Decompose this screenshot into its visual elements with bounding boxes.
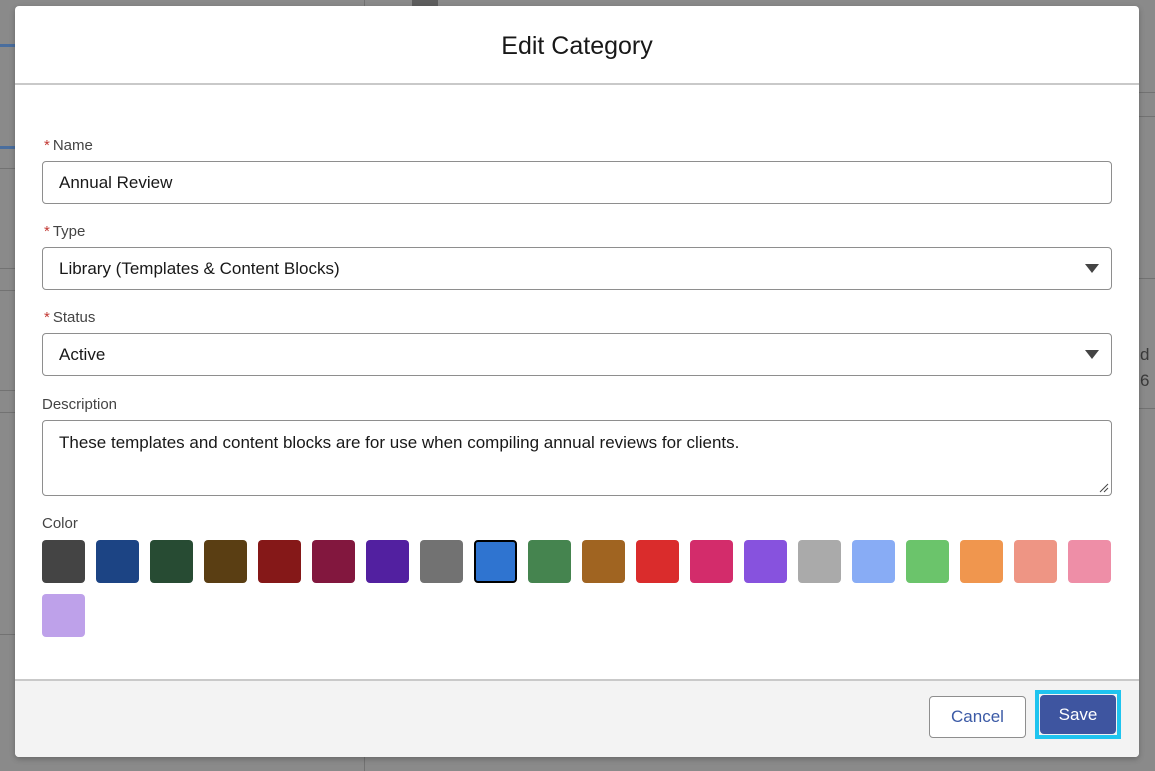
description-textarea-value: These templates and content blocks are f… <box>59 433 740 452</box>
color-swatch[interactable] <box>1068 540 1111 583</box>
modal-header: Edit Category <box>15 6 1139 85</box>
status-field-group: * Status Active <box>42 308 1112 376</box>
chevron-down-icon <box>1085 264 1099 273</box>
color-swatch-selected[interactable] <box>474 540 517 583</box>
type-field-group: * Type Library (Templates & Content Block… <box>42 222 1112 290</box>
type-label-text: Type <box>52 223 86 240</box>
color-swatch[interactable] <box>150 540 193 583</box>
required-marker: * <box>44 223 50 240</box>
cancel-button[interactable]: Cancel <box>929 696 1026 738</box>
background-divider <box>1139 92 1155 93</box>
color-swatch[interactable] <box>1014 540 1057 583</box>
color-swatch[interactable] <box>420 540 463 583</box>
type-select[interactable]: Library (Templates & Content Blocks) <box>42 247 1112 290</box>
status-select-value: Active <box>59 344 106 364</box>
resize-handle-icon[interactable] <box>1097 481 1109 493</box>
background-divider <box>0 412 15 413</box>
background-divider <box>0 268 15 269</box>
background-text: 6 <box>1140 371 1150 390</box>
description-textarea[interactable]: These templates and content blocks are f… <box>42 420 1112 496</box>
background-accent <box>0 146 15 149</box>
name-label: * Name <box>42 136 1112 156</box>
color-swatch[interactable] <box>690 540 733 583</box>
modal-footer: Cancel Save <box>15 679 1139 757</box>
background-text: d <box>1140 345 1150 364</box>
background-divider <box>0 390 15 391</box>
color-swatch[interactable] <box>636 540 679 583</box>
color-swatch[interactable] <box>798 540 841 583</box>
required-marker: * <box>44 309 50 326</box>
type-label: * Type <box>42 222 1112 242</box>
background-divider <box>1139 278 1155 279</box>
name-label-text: Name <box>52 137 93 154</box>
required-marker: * <box>44 137 50 154</box>
type-select-value: Library (Templates & Content Blocks) <box>59 258 340 278</box>
color-swatch[interactable] <box>366 540 409 583</box>
background-divider <box>0 168 15 169</box>
name-field-group: * Name Annual Review <box>42 136 1112 204</box>
background-accent <box>0 44 15 47</box>
description-field-group: Description These templates and content … <box>42 395 1112 496</box>
chevron-down-icon <box>1085 350 1099 359</box>
color-swatch[interactable] <box>42 594 85 637</box>
status-label: * Status <box>42 308 1112 328</box>
color-swatch[interactable] <box>96 540 139 583</box>
color-label: Color <box>42 515 78 532</box>
color-swatch[interactable] <box>204 540 247 583</box>
color-swatch-grid <box>42 540 1122 648</box>
color-swatch[interactable] <box>582 540 625 583</box>
status-label-text: Status <box>52 309 96 326</box>
background-divider <box>0 290 15 291</box>
edit-category-modal: Edit Category * Name Annual Review * Type … <box>15 6 1139 757</box>
background-divider <box>1139 408 1155 409</box>
modal-body: * Name Annual Review * Type Library (Templ… <box>15 85 1139 679</box>
color-swatch[interactable] <box>312 540 355 583</box>
background-divider <box>0 634 15 635</box>
color-field-group: Color <box>42 514 1112 648</box>
status-select[interactable]: Active <box>42 333 1112 376</box>
color-swatch[interactable] <box>960 540 1003 583</box>
color-swatch[interactable] <box>852 540 895 583</box>
color-swatch[interactable] <box>258 540 301 583</box>
color-swatch[interactable] <box>42 540 85 583</box>
color-swatch[interactable] <box>744 540 787 583</box>
save-button[interactable]: Save <box>1040 695 1116 734</box>
description-label: Description <box>42 396 118 413</box>
color-swatch[interactable] <box>906 540 949 583</box>
name-input-value: Annual Review <box>59 172 173 192</box>
background-divider <box>1139 116 1155 117</box>
name-input[interactable]: Annual Review <box>42 161 1112 204</box>
color-swatch[interactable] <box>528 540 571 583</box>
modal-title: Edit Category <box>501 32 653 60</box>
